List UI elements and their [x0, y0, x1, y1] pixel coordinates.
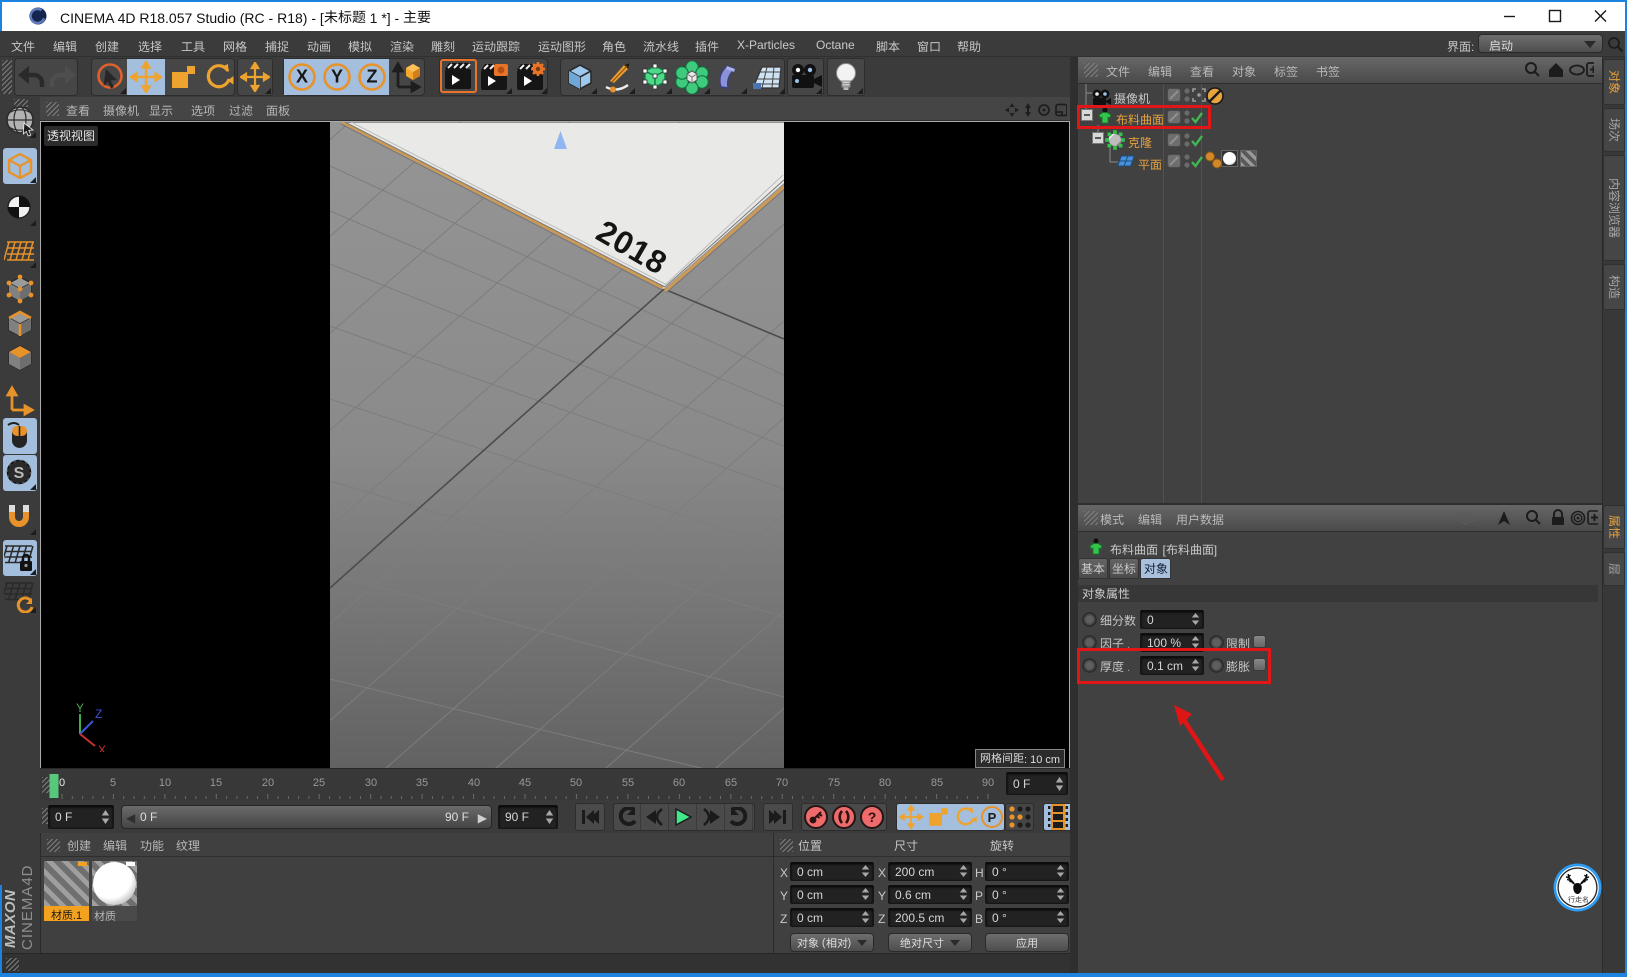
- svg-text:?: ?: [868, 809, 877, 825]
- svg-text:60: 60: [673, 777, 685, 789]
- svg-text:40: 40: [468, 777, 480, 789]
- svg-text:Z: Z: [95, 707, 102, 721]
- svg-text:15: 15: [210, 777, 222, 789]
- svg-text:Y: Y: [76, 702, 84, 715]
- svg-text:5: 5: [110, 777, 116, 789]
- svg-text:P: P: [987, 810, 996, 825]
- svg-text:10: 10: [159, 777, 171, 789]
- svg-text:45: 45: [519, 777, 531, 789]
- svg-text:20: 20: [262, 777, 274, 789]
- svg-text:35: 35: [416, 777, 428, 789]
- svg-text:Y: Y: [330, 67, 342, 87]
- svg-text:70: 70: [776, 777, 788, 789]
- svg-text:30: 30: [365, 777, 377, 789]
- svg-text:Z: Z: [366, 67, 377, 87]
- svg-text:80: 80: [879, 777, 891, 789]
- svg-text:S: S: [14, 465, 25, 482]
- svg-text:65: 65: [725, 777, 737, 789]
- svg-text:85: 85: [931, 777, 943, 789]
- svg-text:90: 90: [982, 777, 994, 789]
- svg-text:50: 50: [570, 777, 582, 789]
- svg-text:75: 75: [828, 777, 840, 789]
- svg-text:0: 0: [59, 777, 65, 789]
- svg-text:X: X: [98, 743, 106, 752]
- svg-text:25: 25: [313, 777, 325, 789]
- svg-text:X: X: [295, 67, 307, 87]
- svg-text:55: 55: [622, 777, 634, 789]
